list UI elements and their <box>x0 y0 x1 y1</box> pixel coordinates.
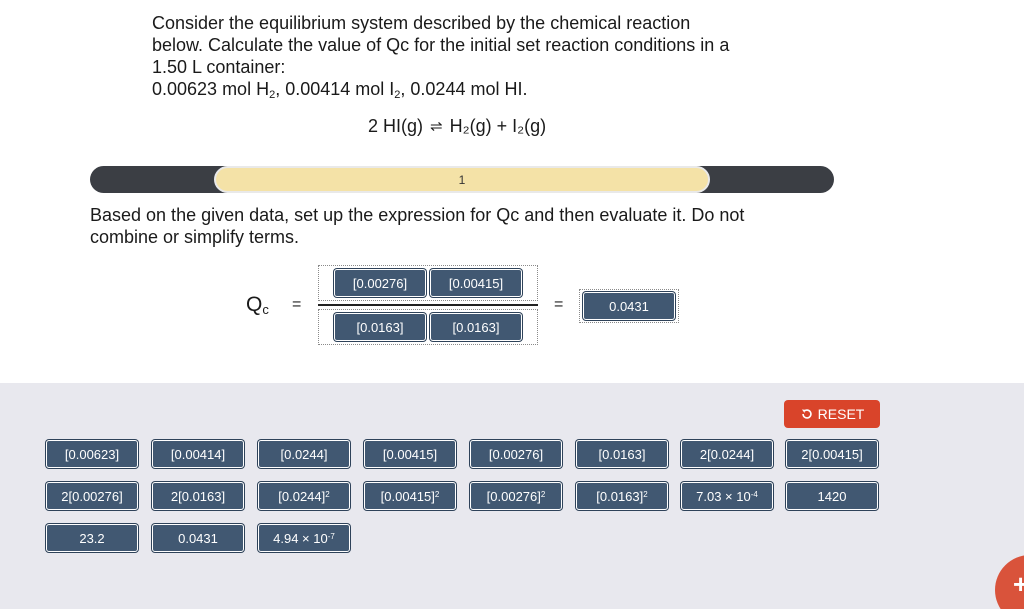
tile-base: 4.94 × 10 <box>273 531 328 546</box>
tile-base: [0.00276] <box>486 489 541 504</box>
tile-exponent: 2 <box>325 490 330 499</box>
result-tile[interactable]: 0.0431 <box>583 292 675 320</box>
denominator-tile-1[interactable]: [0.0163] <box>334 313 426 341</box>
progress-step-indicator: 1 <box>214 166 710 193</box>
tile-base: 7.03 × 10 <box>696 489 751 504</box>
progress-step-label: 1 <box>458 173 466 187</box>
question-amounts: 0.00623 mol H2, 0.00414 mol I2, 0.0244 m… <box>152 78 792 101</box>
tile-exponent: 2 <box>540 490 546 499</box>
tray-tile[interactable]: [0.0163] <box>576 440 668 468</box>
tray-tile[interactable]: 2[0.0163] <box>152 482 244 510</box>
reaction-left: 2 HI(g) <box>368 116 424 136</box>
tile-exponent: -7 <box>327 532 335 541</box>
numerator-tile-2[interactable]: [0.00415] <box>430 269 522 297</box>
tray-tile[interactable]: 2[0.00276] <box>46 482 138 510</box>
undo-arrow-icon <box>801 409 812 419</box>
tray-tile[interactable]: 4.94 × 10-7 <box>258 524 350 552</box>
denominator-tile-2[interactable]: [0.0163] <box>430 313 522 341</box>
tile-base: [0.00415] <box>380 489 435 504</box>
reaction-equation: 2 HI(g) ⇌ H₂(g) + I₂(g) <box>368 116 546 137</box>
question-line-3: 1.50 L container: <box>152 57 286 77</box>
tray-tile[interactable]: [0.00415]2 <box>364 482 456 510</box>
tray-tile[interactable]: [0.00623] <box>46 440 138 468</box>
equals-sign-2: = <box>554 296 564 313</box>
tile-exponent: -4 <box>750 490 758 499</box>
tray-tile[interactable]: [0.00415] <box>364 440 456 468</box>
qc-symbol: Q <box>246 293 263 316</box>
i2-amount: , 0.00414 mol I <box>275 79 395 99</box>
question-line-1: Consider the equilibrium system describe… <box>152 13 691 33</box>
question-line-2: below. Calculate the value of Qc for the… <box>152 35 730 55</box>
tray-tile[interactable]: 2[0.0244] <box>681 440 773 468</box>
tray-tile[interactable]: [0.0244]2 <box>258 482 350 510</box>
instructions-text: Based on the given data, set up the expr… <box>90 205 745 247</box>
reaction-right: H₂(g) + I₂(g) <box>449 116 547 136</box>
reset-button[interactable]: RESET <box>784 400 880 428</box>
tray-tile[interactable]: 2[0.00415] <box>786 440 878 468</box>
tray-tile[interactable]: 0.0431 <box>152 524 244 552</box>
qc-subscript: c <box>262 302 269 317</box>
qc-label: Qc <box>246 293 269 317</box>
h2-amount: 0.00623 mol H <box>152 79 270 99</box>
tray-tile[interactable]: [0.0163]2 <box>576 482 668 510</box>
question-text: Consider the equilibrium system describe… <box>152 12 792 101</box>
equals-sign-1: = <box>292 296 302 313</box>
reset-label: RESET <box>817 406 865 422</box>
tile-exponent: 2 <box>434 490 440 499</box>
tray-tile[interactable]: 1420 <box>786 482 878 510</box>
tray-tile[interactable]: [0.00276] <box>470 440 562 468</box>
tile-exponent: 2 <box>643 490 648 499</box>
plus-icon: + <box>1013 569 1024 599</box>
tile-base: [0.0244] <box>278 489 326 504</box>
hi-amount: , 0.0244 mol HI. <box>400 79 528 99</box>
tray-tile[interactable]: 7.03 × 10-4 <box>681 482 773 510</box>
numerator-tile-1[interactable]: [0.00276] <box>334 269 426 297</box>
tile-base: [0.0163] <box>596 489 644 504</box>
tray-tile[interactable]: [0.00276]2 <box>470 482 562 510</box>
equilibrium-arrow-icon: ⇌ <box>430 118 443 135</box>
tray-tile[interactable]: [0.0244] <box>258 440 350 468</box>
fraction-bar <box>318 304 538 306</box>
tray-tile[interactable]: [0.00414] <box>152 440 244 468</box>
tray-tile[interactable]: 23.2 <box>46 524 138 552</box>
